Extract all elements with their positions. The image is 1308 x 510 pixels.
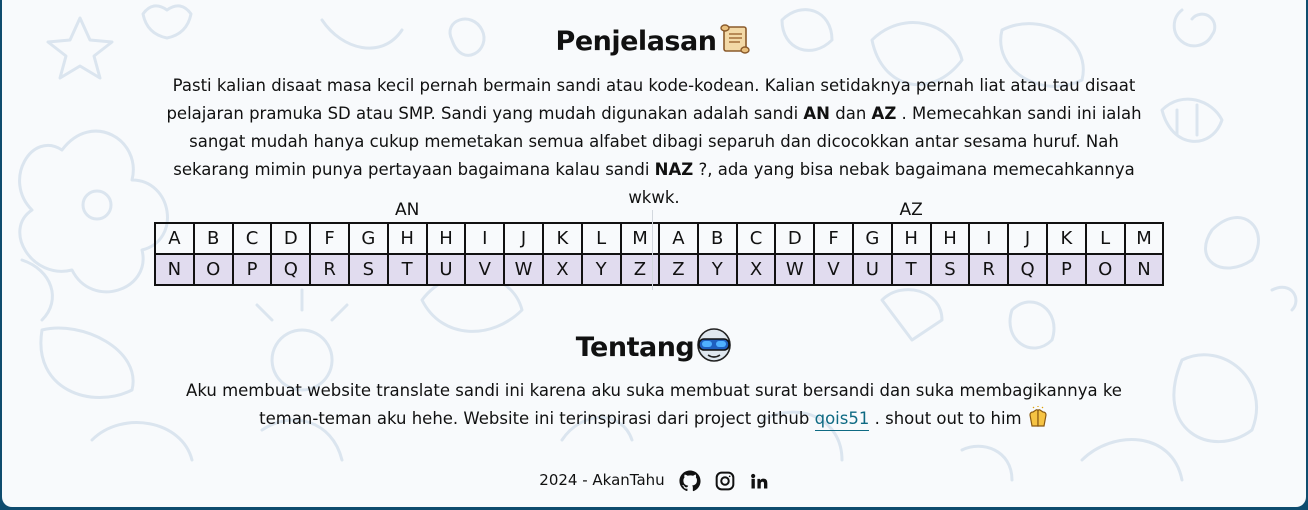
cipher-an-bottom-cell: U <box>425 253 467 286</box>
cipher-az-top-cell: I <box>968 222 1010 255</box>
cipher-an-bottom-cell: P <box>231 253 273 286</box>
cipher-an-bottom-cell: W <box>503 253 544 286</box>
cipher-az-top-cell: F <box>813 222 854 255</box>
cipher-az-top-cell: K <box>1045 222 1087 255</box>
cipher-an-top-cell: H <box>425 222 467 255</box>
about-text: Aku membuat website translate sandi ini … <box>170 377 1138 437</box>
linkedin-icon[interactable] <box>749 471 769 491</box>
cipher-an-top-cell: I <box>464 222 506 255</box>
cipher-az-bottom-cell: V <box>813 253 854 286</box>
cipher-az-bottom-cell: S <box>929 253 971 286</box>
cipher-az-bottom-cell: Z <box>658 253 699 286</box>
cipher-an-bottom-cell: Z <box>619 253 661 286</box>
cipher-an-top-cell: F <box>309 222 350 255</box>
about-title: Tentang <box>575 332 695 363</box>
cipher-an-bottom-cell: Q <box>270 253 312 286</box>
cipher-an-bottom-cell: R <box>309 253 350 286</box>
github-project-link[interactable]: qois51 <box>814 409 870 431</box>
goggles-icon <box>696 328 732 369</box>
praising-hands-icon <box>1027 406 1049 437</box>
scroll-icon <box>718 22 752 63</box>
cipher-az-bottom-cell: R <box>968 253 1010 286</box>
bold-naz: NAZ <box>654 160 694 179</box>
cipher-az-top-cell: H <box>929 222 971 255</box>
main-content: Penjelasan Pasti kalian disaat masa keci… <box>2 0 1306 507</box>
cipher-an-bottom-cell: X <box>541 253 583 286</box>
cipher-az: AZ ABCDFGHHIJKLM ZYXWVUTSRQPON <box>658 198 1165 286</box>
cipher-az-bottom-row: ZYXWVUTSRQPON <box>658 253 1165 286</box>
footer-copyright: 2024 - AkanTahu <box>539 471 665 489</box>
cipher-az-bottom-cell: X <box>735 253 777 286</box>
cipher-an-bottom-cell: O <box>192 253 234 286</box>
cipher-an-top-row: ABCDFGHHIJKLM <box>154 222 661 255</box>
cipher-az-top-cell: J <box>1007 222 1048 255</box>
cipher-an-top-cell: C <box>231 222 273 255</box>
cipher-an-bottom-cell: S <box>347 253 389 286</box>
cipher-az-top-cell: L <box>1084 222 1126 255</box>
cipher-az-bottom-cell: O <box>1084 253 1126 286</box>
cipher-an-top-cell: L <box>580 222 622 255</box>
bold-an: AN <box>803 104 830 123</box>
cipher-an-top-cell: J <box>503 222 544 255</box>
explanation-text: Pasti kalian disaat masa kecil pernah be… <box>152 72 1156 212</box>
cipher-az-bottom-cell: U <box>851 253 893 286</box>
instagram-icon[interactable] <box>715 471 735 491</box>
footer: 2024 - AkanTahu <box>2 468 1306 492</box>
cipher-az-bottom-cell: Y <box>696 253 738 286</box>
cipher-az-bottom-cell: Q <box>1007 253 1048 286</box>
cipher-an-top-cell: G <box>347 222 389 255</box>
cipher-an-top-cell: H <box>386 222 428 255</box>
cipher-an-bottom-cell: V <box>464 253 506 286</box>
cipher-an-top-cell: B <box>192 222 234 255</box>
cipher-az-bottom-cell: T <box>890 253 932 286</box>
cipher-az-top-cell: H <box>890 222 932 255</box>
page-frame: Penjelasan Pasti kalian disaat masa keci… <box>2 0 1306 507</box>
cipher-az-top-row: ABCDFGHHIJKLM <box>658 222 1165 255</box>
cipher-az-bottom-cell: P <box>1045 253 1087 286</box>
cipher-az-top-cell: B <box>696 222 738 255</box>
cipher-an-bottom-row: NOPQRSTUVWXYZ <box>154 253 661 286</box>
cipher-az-top-cell: C <box>735 222 777 255</box>
about-heading: Tentang <box>2 328 1306 369</box>
cipher-az-bottom-cell: W <box>774 253 816 286</box>
cipher-an-label: AN <box>395 200 420 220</box>
cipher-az-table: ABCDFGHHIJKLM ZYXWVUTSRQPON <box>658 222 1165 286</box>
explanation-heading: Penjelasan <box>2 22 1306 63</box>
cipher-an-bottom-cell: T <box>386 253 428 286</box>
cipher-an-top-cell: K <box>541 222 583 255</box>
explanation-text-2: dan <box>830 104 872 123</box>
cipher-az-label: AZ <box>899 200 923 220</box>
cipher-an-top-cell: M <box>619 222 661 255</box>
cipher-an-table: ABCDFGHHIJKLM NOPQRSTUVWXYZ <box>154 222 661 286</box>
cipher-divider <box>652 210 653 290</box>
cipher-az-top-cell: M <box>1123 222 1165 255</box>
cipher-az-top-cell: G <box>851 222 893 255</box>
about-text-2: . shout out to him <box>869 409 1027 428</box>
cipher-an: AN ABCDFGHHIJKLM NOPQRSTUVWXYZ <box>154 198 661 286</box>
explanation-title: Penjelasan <box>555 26 717 57</box>
cipher-an-top-cell: A <box>154 222 195 255</box>
github-icon[interactable] <box>679 469 701 492</box>
cipher-an-bottom-cell: Y <box>580 253 622 286</box>
cipher-az-bottom-cell: N <box>1123 253 1165 286</box>
cipher-an-top-cell: D <box>270 222 312 255</box>
cipher-an-bottom-cell: N <box>154 253 195 286</box>
cipher-az-top-cell: A <box>658 222 699 255</box>
cipher-az-top-cell: D <box>774 222 816 255</box>
bold-az: AZ <box>871 104 897 123</box>
